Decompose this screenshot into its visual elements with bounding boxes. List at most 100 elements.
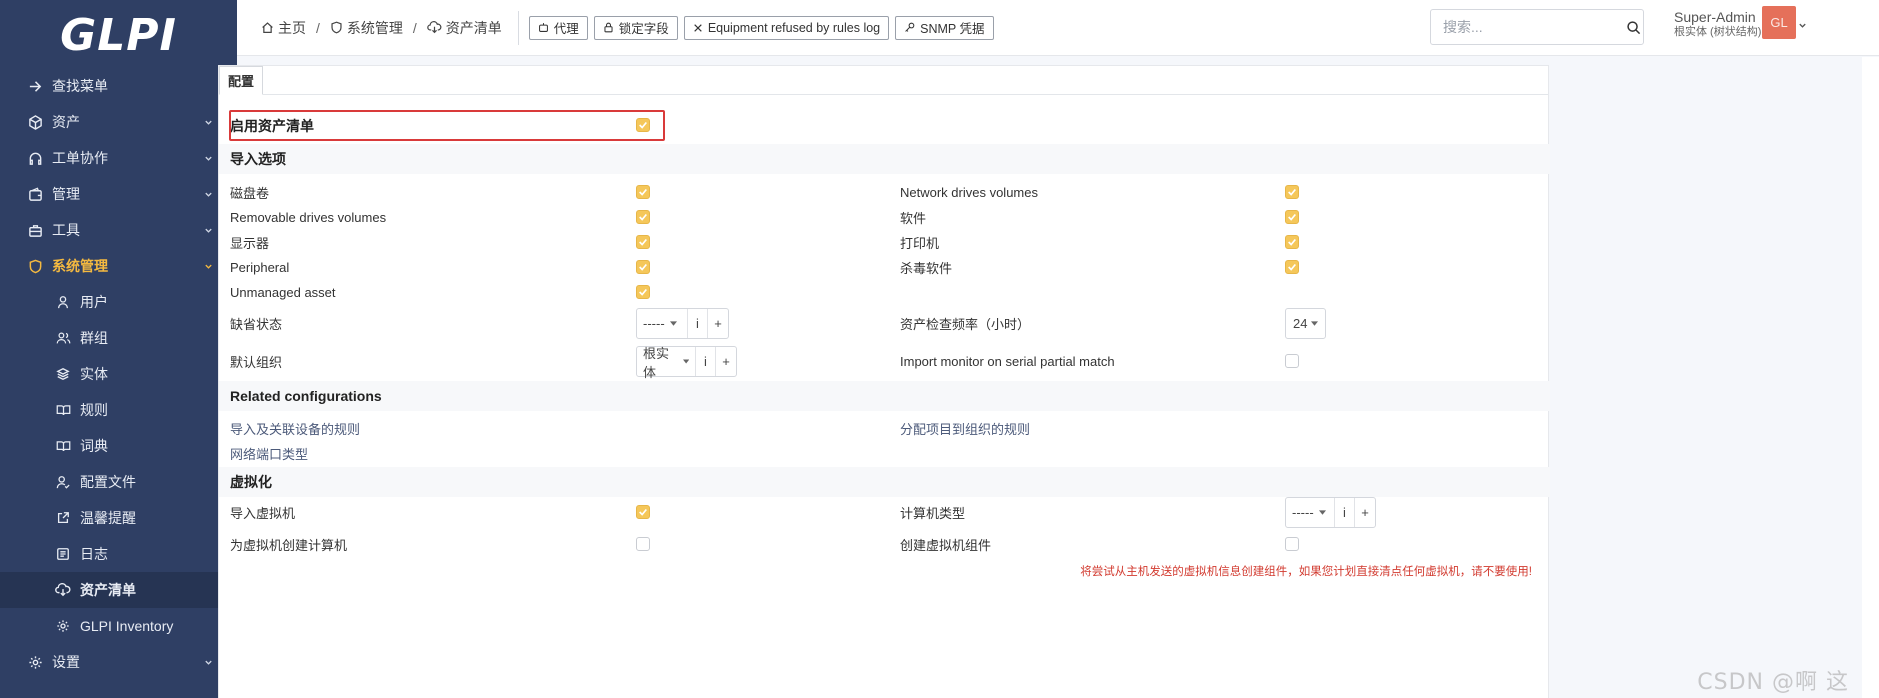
monitors-checkbox[interactable] <box>636 235 650 249</box>
users-icon <box>54 329 72 347</box>
disk-volumes-checkbox[interactable] <box>636 185 650 199</box>
sidebar-item-groups[interactable]: 群组 <box>0 320 237 356</box>
port-types-link[interactable]: 网络端口类型 <box>230 444 308 463</box>
global-search[interactable] <box>1430 9 1644 45</box>
caret-down-icon <box>682 359 689 364</box>
add-button[interactable]: + <box>708 309 728 338</box>
breadcrumb-home[interactable]: 主页 <box>261 18 306 38</box>
sidebar-item-label: 规则 <box>80 402 108 418</box>
sidebar-item-inventory[interactable]: 资产清单 <box>0 572 237 608</box>
option-label: 杀毒软件 <box>900 260 953 276</box>
arrow-right-icon <box>26 77 44 95</box>
vm-warning-text: 将尝试从主机发送的虚拟机信息创建组件，如果您计划直接清点任何虚拟机，请不要使用! <box>1080 566 1532 578</box>
sidebar-item-entities[interactable]: 实体 <box>0 356 237 392</box>
chevron-down-icon <box>203 153 213 163</box>
related-config-header: Related configurations <box>219 381 1550 411</box>
create-vm-components-checkbox[interactable] <box>1285 537 1299 551</box>
import-vm-checkbox[interactable] <box>636 505 650 519</box>
removable-drives-checkbox[interactable] <box>636 210 650 224</box>
refused-equipment-button[interactable]: Equipment refused by rules log <box>683 15 890 40</box>
unmanaged-asset-checkbox[interactable] <box>636 285 650 299</box>
scrollbar[interactable] <box>1862 57 1879 698</box>
sidebar-item-dictionaries[interactable]: 词典 <box>0 428 237 464</box>
import-options-header: 导入选项 <box>219 144 1550 174</box>
agents-button[interactable]: 代理 <box>528 15 588 40</box>
select-value: 根实体 <box>643 345 670 380</box>
antivirus-checkbox[interactable] <box>1285 260 1299 274</box>
sidebar-item-logs[interactable]: 日志 <box>0 536 237 572</box>
add-button[interactable]: + <box>1355 498 1375 527</box>
sidebar-item-label: 工单协作 <box>52 150 108 166</box>
info-button[interactable]: i <box>1335 498 1355 527</box>
sidebar-item-users[interactable]: 用户 <box>0 284 237 320</box>
info-button[interactable]: i <box>688 309 708 338</box>
sidebar-item-label: 词典 <box>80 438 108 454</box>
chevron-down-icon <box>203 261 213 271</box>
avatar[interactable]: GL <box>1762 6 1796 39</box>
snmp-credentials-button[interactable]: SNMP 凭据 <box>895 15 994 40</box>
sidebar-item-management[interactable]: 管理 <box>0 176 237 212</box>
sidebar-item-reminders[interactable]: 温馨提醒 <box>0 500 237 536</box>
cube-icon <box>26 113 44 131</box>
sidebar-item-label: 查找菜单 <box>52 78 108 94</box>
sidebar-item-label: 配置文件 <box>80 474 136 490</box>
default-entity-row: 默认组织 根实体 i + Import monitor on serial pa… <box>219 346 1550 380</box>
import-rules-link[interactable]: 导入及关联设备的规则 <box>230 419 360 438</box>
check-frequency-select[interactable]: 24 <box>1285 308 1327 339</box>
option-row: 磁盘卷 Network drives volumes <box>219 181 1550 203</box>
sidebar-item-label: 工具 <box>52 222 80 238</box>
user-menu[interactable]: Super-Admin 根实体 (树状结构) <box>1674 9 1761 39</box>
glpi-logo[interactable]: GLPI <box>0 0 237 70</box>
sidebar-item-find-menu[interactable]: 查找菜单 <box>0 70 237 102</box>
checkmark-icon <box>639 238 647 246</box>
sidebar-item-setup[interactable]: 设置 <box>0 644 237 680</box>
option-label: 打印机 <box>900 235 940 251</box>
shield-icon <box>26 257 44 275</box>
search-input[interactable] <box>1443 19 1624 35</box>
key-icon <box>905 22 915 32</box>
sidebar-item-glpi-inventory[interactable]: GLPI Inventory <box>0 608 237 644</box>
virtualization-row: 导入虚拟机 计算机类型 ----- i + <box>219 497 1550 528</box>
monitor-serial-checkbox[interactable] <box>1285 354 1299 368</box>
header-divider <box>517 10 519 45</box>
tab-config[interactable]: 配置 <box>219 66 263 95</box>
chevron-down-icon[interactable] <box>1798 17 1807 33</box>
user-name: Super-Admin <box>1674 9 1756 25</box>
breadcrumb-label: 主页 <box>278 19 306 36</box>
add-button[interactable]: + <box>716 347 736 376</box>
computer-type-select[interactable]: ----- <box>1286 498 1335 527</box>
default-entity-select[interactable]: 根实体 <box>637 346 696 380</box>
option-label: 显示器 <box>230 235 270 251</box>
sidebar-item-helpdesk[interactable]: 工单协作 <box>0 140 237 176</box>
info-button[interactable]: i <box>696 347 716 376</box>
config-card: 配置 启用资产清单 导入选项 磁盘卷 Network drives volume… <box>218 65 1550 698</box>
checkmark-icon <box>1288 238 1296 246</box>
user-entity: 根实体 (树状结构) <box>1674 25 1762 38</box>
sidebar-item-administration[interactable]: 系统管理 <box>0 248 237 284</box>
virtualization-header: 虚拟化 <box>219 467 1550 497</box>
chevron-down-icon <box>203 225 213 235</box>
search-icon[interactable] <box>1624 20 1643 35</box>
breadcrumb-separator: / <box>412 19 417 36</box>
network-drives-checkbox[interactable] <box>1285 185 1299 199</box>
sidebar-item-rules[interactable]: 规则 <box>0 392 237 428</box>
chevron-down-icon <box>203 657 213 667</box>
sidebar-item-tools[interactable]: 工具 <box>0 212 237 248</box>
sidebar-item-label: 资产清单 <box>80 582 136 598</box>
sidebar-item-label: 日志 <box>80 546 108 562</box>
computer-type-label: 计算机类型 <box>900 506 966 521</box>
software-checkbox[interactable] <box>1285 210 1299 224</box>
peripheral-checkbox[interactable] <box>636 260 650 274</box>
create-computer-vm-checkbox[interactable] <box>636 537 650 551</box>
sidebar-item-assets[interactable]: 资产 <box>0 104 237 140</box>
breadcrumb-inventory[interactable]: 资产清单 <box>427 18 502 38</box>
default-status-select[interactable]: ----- <box>637 309 688 338</box>
entity-rules-link[interactable]: 分配项目到组织的规则 <box>900 419 1030 438</box>
option-label: 软件 <box>900 210 927 226</box>
sidebar-item-profiles[interactable]: 配置文件 <box>0 464 237 500</box>
breadcrumb-administration[interactable]: 系统管理 <box>330 18 403 38</box>
locked-fields-button[interactable]: 锁定字段 <box>593 15 678 40</box>
printers-checkbox[interactable] <box>1285 235 1299 249</box>
related-links-row: 导入及关联设备的规则 分配项目到组织的规则 <box>219 417 1550 439</box>
checkmark-icon <box>639 288 647 296</box>
